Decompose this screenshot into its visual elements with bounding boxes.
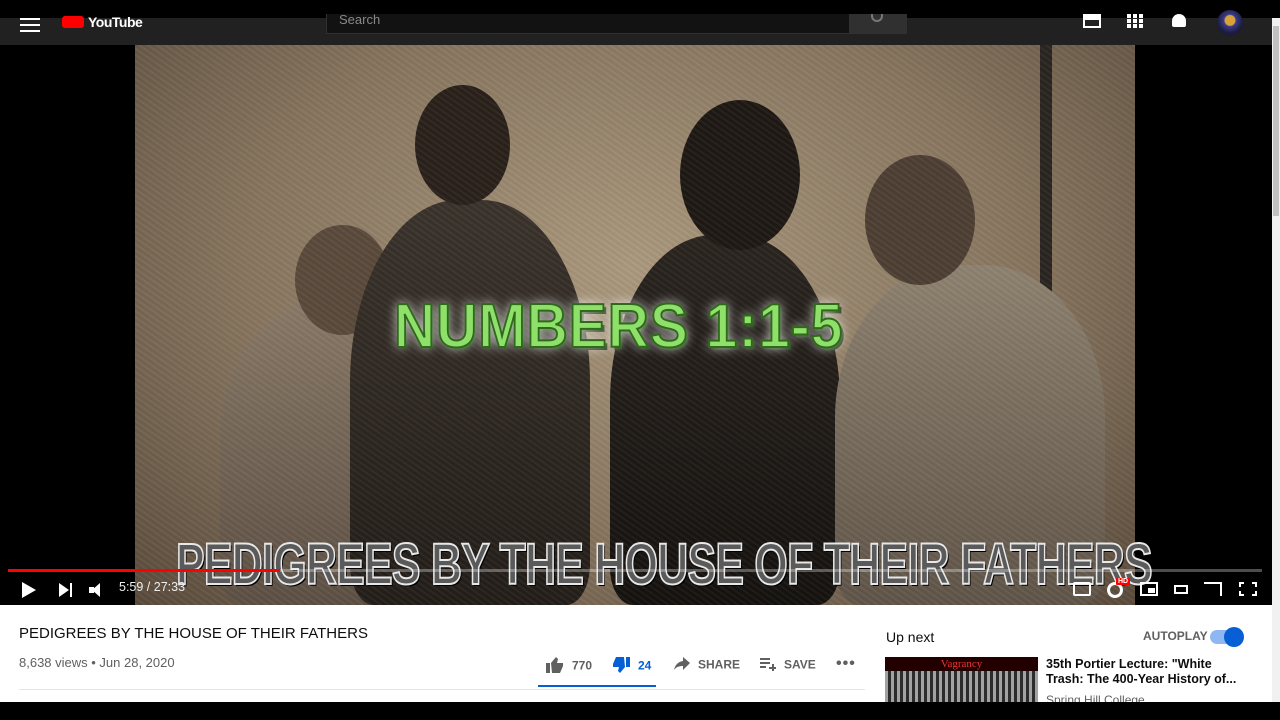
cast-icon[interactable] bbox=[1204, 582, 1222, 596]
miniplayer-icon[interactable] bbox=[1140, 582, 1158, 596]
recommendation-title[interactable]: 35th Portier Lecture: "White Trash: The … bbox=[1046, 657, 1246, 687]
thumbnail-text: Vagrancy bbox=[885, 657, 1038, 671]
video-info-area: PEDIGREES BY THE HOUSE OF THEIR FATHERS … bbox=[0, 605, 1272, 707]
share-label: SHARE bbox=[698, 657, 741, 672]
notifications-bell-icon[interactable] bbox=[1172, 14, 1186, 27]
next-video-icon[interactable] bbox=[59, 583, 73, 597]
figure-head bbox=[865, 155, 975, 285]
more-actions-button[interactable]: ••• bbox=[836, 655, 856, 673]
play-icon[interactable] bbox=[22, 582, 36, 598]
search-button[interactable] bbox=[849, 14, 907, 34]
up-next-label: Up next bbox=[886, 629, 935, 645]
video-player[interactable]: NUMBERS 1:1-5 PEDIGREES BY THE HOUSE OF … bbox=[0, 45, 1272, 605]
search-icon bbox=[871, 14, 883, 22]
thumbnail-image bbox=[885, 671, 1038, 702]
figure-head bbox=[415, 85, 510, 205]
scrollbar-thumb[interactable] bbox=[1273, 26, 1279, 216]
autoplay-label: AUTOPLAY bbox=[1143, 629, 1208, 643]
hd-badge: HD bbox=[1116, 578, 1131, 585]
toggle-knob bbox=[1224, 627, 1244, 647]
share-arrow-icon bbox=[674, 657, 690, 674]
figure-head bbox=[680, 100, 800, 250]
page-scrollbar[interactable] bbox=[1272, 18, 1280, 720]
save-button[interactable]: SAVE bbox=[760, 657, 816, 674]
figure-head bbox=[295, 225, 390, 335]
video-title: PEDIGREES BY THE HOUSE OF THEIR FATHERS bbox=[19, 625, 368, 642]
like-count: 770 bbox=[572, 658, 593, 673]
save-label: SAVE bbox=[784, 657, 816, 672]
progress-played bbox=[8, 569, 281, 572]
overlay-title-text: PEDIGREES BY THE HOUSE OF THEIR FATHERS bbox=[175, 531, 1153, 598]
progress-bar[interactable] bbox=[8, 569, 1262, 572]
hamburger-menu-icon[interactable] bbox=[20, 18, 40, 32]
search-input[interactable]: Search bbox=[326, 13, 850, 34]
share-button[interactable]: SHARE bbox=[674, 657, 740, 674]
create-video-icon[interactable] bbox=[1083, 14, 1101, 28]
fullscreen-icon[interactable] bbox=[1239, 582, 1257, 596]
volume-icon[interactable] bbox=[89, 583, 105, 597]
youtube-play-icon bbox=[62, 16, 84, 28]
time-display: 5:59 / 27:33 bbox=[119, 580, 186, 594]
theater-mode-icon[interactable] bbox=[1174, 585, 1188, 594]
recommendation-thumbnail[interactable]: Vagrancy bbox=[885, 657, 1038, 702]
thumbs-up-icon bbox=[546, 657, 564, 676]
like-button[interactable]: 770 bbox=[546, 657, 592, 676]
video-meta: 8,638 views • Jun 28, 2020 bbox=[19, 655, 175, 670]
youtube-logo[interactable]: YouTube bbox=[62, 14, 143, 30]
apps-grid-icon[interactable] bbox=[1127, 14, 1145, 28]
photo-pillar bbox=[1040, 45, 1052, 605]
masthead: YouTube Search bbox=[0, 0, 1280, 45]
playlist-add-icon bbox=[760, 657, 777, 674]
autoplay-toggle[interactable] bbox=[1210, 627, 1244, 647]
thumbs-down-icon bbox=[612, 657, 630, 676]
dislike-count: 24 bbox=[638, 658, 652, 673]
account-avatar[interactable] bbox=[1217, 10, 1243, 36]
divider bbox=[19, 689, 865, 690]
youtube-watch-page: YouTube Search NUMBERS 1:1-5 PEDIGREES B… bbox=[0, 0, 1280, 720]
dislike-button[interactable]: 24 bbox=[612, 657, 651, 676]
bottom-black-strip bbox=[0, 702, 1280, 720]
sentiment-bar bbox=[538, 685, 656, 687]
overlay-verse-text: NUMBERS 1:1-5 bbox=[393, 291, 844, 362]
logo-text: YouTube bbox=[88, 14, 143, 30]
subtitles-icon[interactable] bbox=[1073, 582, 1091, 596]
